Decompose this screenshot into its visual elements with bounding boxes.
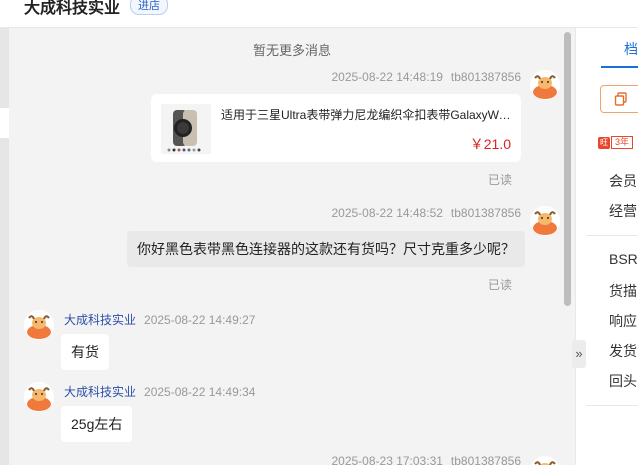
message-meta: 大成科技实业 2025-08-22 14:49:27 [64, 311, 255, 328]
chat-header: 大成科技实业 进店 [0, 0, 638, 28]
tab-profile[interactable]: 档 [624, 39, 638, 59]
read-status: 已读 [488, 173, 513, 187]
message-time: 2025-08-23 17:03:31 [331, 454, 443, 465]
tab-underline [601, 66, 638, 68]
divider [586, 235, 638, 236]
message-user: tb801387856 [450, 206, 521, 220]
shop-name: 大成科技实业 [24, 0, 121, 17]
message-bubble[interactable]: 你好黑色表带黑色连接器的这款还有货吗？尺寸克重多少呢？ [127, 231, 525, 267]
shop-avatar-icon[interactable] [24, 382, 54, 412]
message-sender: 大成科技实业 [64, 313, 137, 327]
info-label-bsr: BSR [609, 251, 638, 267]
info-label-return: 回头 [609, 373, 637, 389]
message-time: 2025-08-22 14:48:52 [331, 206, 443, 220]
message-time: 2025-08-22 14:48:19 [331, 70, 443, 84]
product-thumbnail [161, 104, 211, 154]
cow-avatar-icon [530, 206, 560, 236]
message-user: tb801387856 [450, 70, 521, 84]
message-time: 2025-08-22 14:49:34 [144, 385, 256, 399]
product-price: ￥21.0 [469, 136, 511, 152]
divider [586, 405, 638, 406]
message-bubble[interactable]: 有货 [61, 334, 109, 370]
customer-avatar-icon[interactable] [530, 206, 560, 236]
message-meta: 2025-08-23 17:03:31 tb801387856 [331, 454, 521, 465]
expand-panel-icon[interactable]: » [572, 340, 586, 368]
left-strip [0, 28, 9, 465]
info-label-business: 经营 [609, 203, 637, 219]
copy-button[interactable] [600, 85, 638, 113]
message-time: 2025-08-22 14:49:27 [144, 313, 256, 327]
info-label-member: 会员 [609, 173, 637, 189]
no-more-messages: 暂无更多消息 [252, 43, 331, 58]
customer-avatar-icon[interactable] [530, 70, 560, 100]
cow-avatar-icon [530, 70, 560, 100]
message-sender: 大成科技实业 [64, 385, 137, 399]
left-strip-tab [0, 108, 9, 138]
cow-avatar-icon [531, 456, 559, 465]
info-label-shipping: 发货 [609, 343, 637, 359]
message-meta: 2025-08-22 14:48:19 tb801387856 [331, 70, 521, 84]
message-bubble[interactable]: 25g左右 [61, 406, 133, 442]
message-meta: 大成科技实业 2025-08-22 14:49:34 [64, 383, 255, 400]
store-age-badge: 旺 3年 [598, 136, 634, 149]
store-years: 3年 [611, 136, 634, 149]
cow-avatar-icon [24, 382, 54, 412]
enter-shop-button[interactable]: 进店 [130, 0, 168, 15]
message-list[interactable]: 暂无更多消息 2025-08-22 14:48:19 tb801387856 适用… [9, 28, 575, 465]
customer-info-panel: 档 旺 3年 会员 经营 BSR 货描 响应 发货 回头 [575, 28, 638, 465]
message-user: tb801387856 [450, 454, 521, 465]
cow-avatar-icon [24, 310, 54, 340]
chat-scrollbar[interactable] [564, 32, 571, 306]
store-icon: 旺 [598, 137, 610, 149]
info-label-description: 货描 [609, 283, 637, 299]
message-meta: 2025-08-22 14:48:52 tb801387856 [331, 206, 521, 220]
customer-avatar-icon[interactable] [530, 456, 560, 465]
read-status: 已读 [488, 278, 513, 292]
shop-avatar-icon[interactable] [24, 310, 54, 340]
product-card[interactable]: 适用于三星Ultra表带弹力尼龙编织伞扣表带GalaxyWa... ￥21.0 [151, 94, 521, 162]
copy-icon [614, 92, 627, 106]
product-title[interactable]: 适用于三星Ultra表带弹力尼龙编织伞扣表带GalaxyWa... [221, 106, 513, 123]
chat-window: 大成科技实业 进店 暂无更多消息 2025-08-22 14:48:19 tb80… [0, 0, 638, 465]
info-label-response: 响应 [609, 313, 637, 329]
